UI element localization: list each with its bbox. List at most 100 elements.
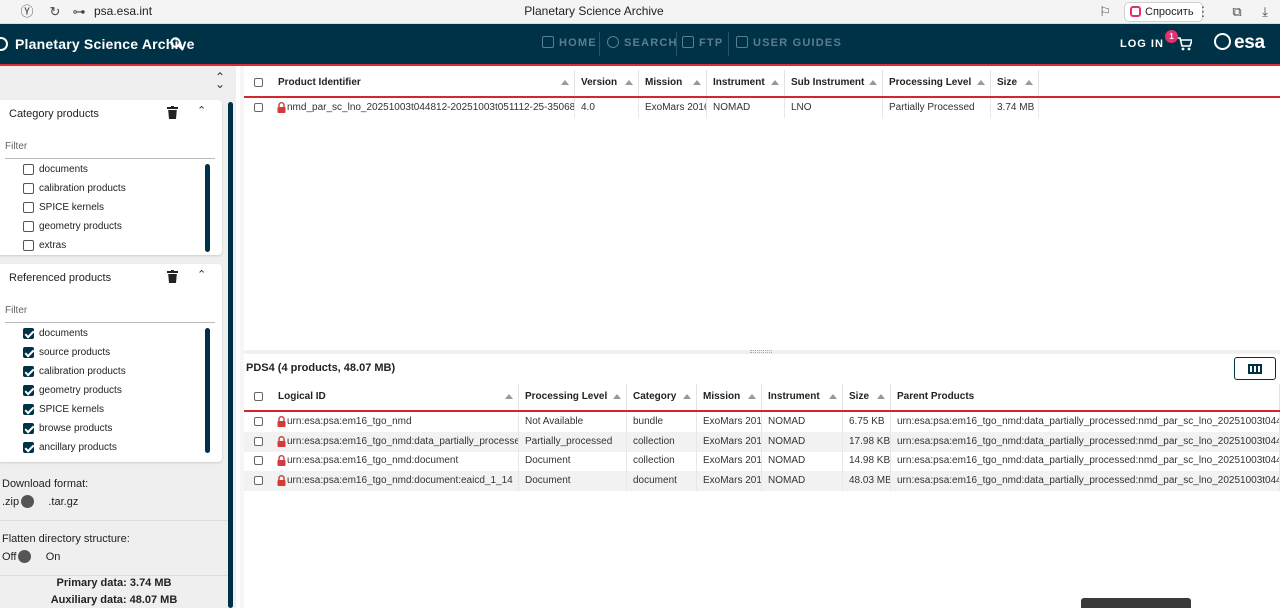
column-header[interactable]: Logical ID: [272, 384, 519, 410]
checkbox[interactable]: [23, 328, 34, 339]
bookmark-icon[interactable]: ⚐: [1096, 3, 1114, 21]
filter-option[interactable]: calibration products: [0, 362, 210, 381]
column-header[interactable]: Mission: [639, 70, 707, 96]
sort-arrow-icon[interactable]: [829, 394, 837, 399]
ask-button[interactable]: Спросить: [1124, 2, 1203, 22]
list-scrollbar[interactable]: [205, 164, 210, 252]
checkbox[interactable]: [23, 164, 34, 175]
column-label: Mission: [703, 391, 741, 402]
sort-arrow-icon[interactable]: [613, 394, 621, 399]
search-icon[interactable]: [170, 37, 184, 51]
column-header[interactable]: Size: [843, 384, 891, 410]
sort-arrow-icon[interactable]: [625, 80, 633, 85]
filter-option[interactable]: geometry products: [0, 217, 210, 236]
floating-toolbar[interactable]: [1081, 598, 1191, 608]
sort-arrow-icon[interactable]: [977, 80, 985, 85]
column-header[interactable]: Size: [991, 70, 1039, 96]
row-checkbox[interactable]: [254, 456, 263, 466]
list-scrollbar[interactable]: [205, 328, 210, 453]
trash-icon[interactable]: [167, 106, 178, 119]
columns-button[interactable]: [1234, 357, 1276, 380]
table-cell: NOMAD: [765, 431, 843, 452]
toggle-switch[interactable]: [21, 495, 47, 508]
row-checkbox[interactable]: [254, 103, 263, 112]
sort-arrow-icon[interactable]: [505, 394, 513, 399]
app-title[interactable]: Planetary Science Archive: [15, 36, 195, 52]
chevron-up-icon[interactable]: ⌃: [197, 268, 206, 281]
filter-option[interactable]: calibration products: [0, 179, 210, 198]
sort-arrow-icon[interactable]: [693, 80, 701, 85]
column-header[interactable]: Sub Instrument: [785, 70, 883, 96]
filter-option[interactable]: ancillary products: [0, 438, 210, 457]
nav-divider: [676, 32, 677, 56]
nav-home[interactable]: HOME: [542, 36, 597, 49]
select-all-checkbox[interactable]: [254, 392, 263, 401]
checkbox[interactable]: [23, 183, 34, 194]
nav-search[interactable]: SEARCH: [607, 36, 678, 49]
column-header[interactable]: Mission: [697, 384, 762, 410]
column-header[interactable]: Instrument: [762, 384, 843, 410]
checkbox[interactable]: [23, 202, 34, 213]
checkbox[interactable]: [23, 385, 34, 396]
filter-option[interactable]: documents: [0, 160, 210, 179]
sort-arrow-icon[interactable]: [869, 80, 877, 85]
column-header[interactable]: Version: [575, 70, 639, 96]
sort-arrow-icon[interactable]: [1025, 80, 1033, 85]
filter-input[interactable]: Filter: [5, 305, 215, 323]
column-header[interactable]: Processing Level: [519, 384, 627, 410]
table-row[interactable]: urn:esa:psa:em16_tgo_nmd Not Available bun…: [244, 412, 1280, 432]
collapse-all-icon[interactable]: ⌃ ⌄: [215, 71, 225, 90]
search-nav-icon: [607, 36, 619, 48]
column-header[interactable]: Product Identifier: [272, 70, 575, 96]
sort-arrow-icon[interactable]: [561, 80, 569, 85]
row-checkbox[interactable]: [254, 417, 263, 426]
column-header[interactable]: Category: [627, 384, 697, 410]
select-all-checkbox[interactable]: [254, 78, 263, 87]
column-header[interactable]: Instrument: [707, 70, 785, 96]
filter-option[interactable]: browse products: [0, 419, 210, 438]
download-format-toggle[interactable]: .zip .tar.gz: [2, 495, 78, 508]
sort-arrow-icon[interactable]: [771, 80, 779, 85]
login-link[interactable]: LOG IN: [1120, 38, 1164, 50]
filter-option[interactable]: SPICE kernels: [0, 198, 210, 217]
category-products-panel: Category products ⌃ Filter documents cali…: [0, 100, 222, 255]
row-checkbox[interactable]: [254, 476, 263, 486]
checkbox[interactable]: [23, 423, 34, 434]
chevron-up-icon[interactable]: ⌃: [197, 104, 206, 117]
filter-option[interactable]: extras: [0, 236, 210, 255]
table-row[interactable]: urn:esa:psa:em16_tgo_nmd:data_partially_…: [244, 431, 1280, 452]
menu-dots-icon[interactable]: ⋮: [1194, 3, 1212, 21]
table-cell: Document: [522, 471, 627, 492]
nav-user-guides[interactable]: USER GUIDES: [736, 36, 842, 49]
cart-icon[interactable]: [1176, 36, 1192, 52]
checkbox[interactable]: [23, 221, 34, 232]
checkbox[interactable]: [23, 442, 34, 453]
checkbox[interactable]: [23, 347, 34, 358]
splitter-handle[interactable]: [244, 350, 1280, 354]
column-header[interactable]: Parent Products: [891, 384, 1280, 410]
collections-icon[interactable]: ⧉: [1228, 3, 1246, 21]
flatten-toggle[interactable]: Off On: [2, 550, 60, 563]
sort-arrow-icon[interactable]: [748, 394, 756, 399]
sidebar-scrollbar[interactable]: [228, 102, 233, 608]
nav-ftp[interactable]: FTP: [682, 36, 723, 49]
filter-option[interactable]: SPICE kernels: [0, 400, 210, 419]
checkbox[interactable]: [23, 366, 34, 377]
toggle-switch[interactable]: [18, 550, 44, 563]
filter-input[interactable]: Filter: [5, 141, 215, 159]
download-icon[interactable]: ⤓: [1256, 3, 1274, 21]
table-row[interactable]: nmd_par_sc_lno_20251003t044812-20251003t…: [244, 98, 1280, 118]
row-checkbox[interactable]: [254, 436, 263, 446]
filter-option[interactable]: source products: [0, 343, 210, 362]
trash-icon[interactable]: [167, 270, 178, 283]
sort-arrow-icon[interactable]: [877, 394, 885, 399]
table-row[interactable]: urn:esa:psa:em16_tgo_nmd:document:eaicd_…: [244, 471, 1280, 492]
sort-arrow-icon[interactable]: [683, 394, 691, 399]
table-row[interactable]: urn:esa:psa:em16_tgo_nmd:document Documen…: [244, 451, 1280, 472]
checkbox[interactable]: [23, 240, 34, 251]
column-header[interactable]: Processing Level: [883, 70, 991, 96]
filter-option[interactable]: documents: [0, 324, 210, 343]
checkbox[interactable]: [23, 404, 34, 415]
filter-option[interactable]: geometry products: [0, 381, 210, 400]
table-header: Product Identifier Version Mission Instrume…: [244, 70, 1280, 98]
